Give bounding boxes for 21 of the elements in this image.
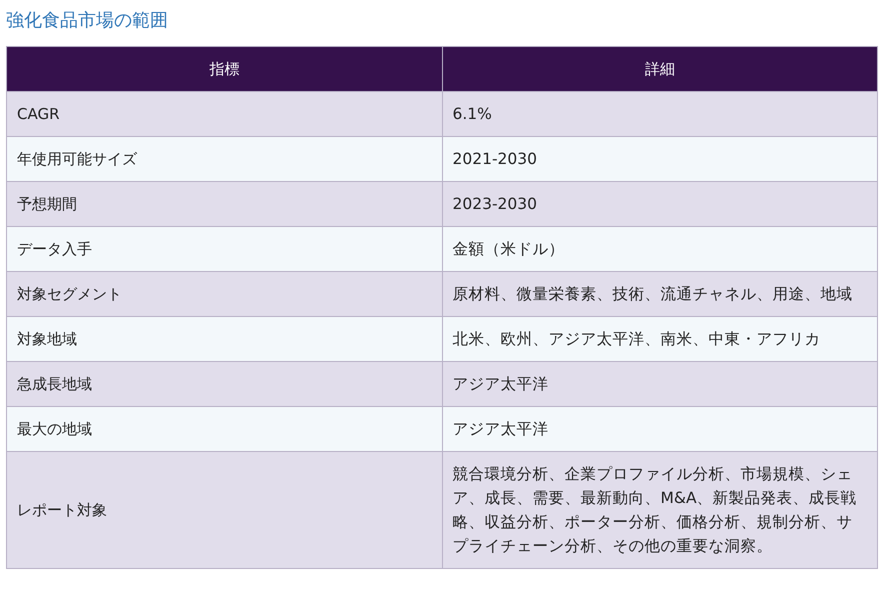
table-cell: 2023-2030 bbox=[442, 182, 878, 226]
table-cell: 6.1% bbox=[442, 92, 878, 136]
table-cell: 予想期間 bbox=[6, 182, 442, 226]
table-cell: 原材料、微量栄養素、技術、流通チャネル、用途、地域 bbox=[442, 272, 878, 316]
table-cell: アジア太平洋 bbox=[442, 362, 878, 406]
table-cell: 対象セグメント bbox=[6, 272, 442, 316]
table-cell: レポート対象 bbox=[6, 452, 442, 568]
table-cell: CAGR bbox=[6, 92, 442, 136]
table-cell: 金額（米ドル） bbox=[442, 226, 878, 272]
table-cell: 北米、欧州、アジア太平洋、南米、中東・アフリカ bbox=[442, 316, 878, 362]
page-title: 強化食品市場の範囲 bbox=[6, 9, 169, 33]
table-cell: 急成長地域 bbox=[6, 362, 442, 406]
column-header: 詳細 bbox=[442, 46, 878, 92]
table-cell: アジア太平洋 bbox=[442, 406, 878, 452]
table-cell: データ入手 bbox=[6, 226, 442, 272]
table-cell: 2021-2030 bbox=[442, 136, 878, 182]
table-cell: 競合環境分析、企業プロファイル分析、市場規模、シェア、成長、需要、最新動向、M&A、新製品発表、成長戦略、収益分析、ポーター分析、価格分析、規制分析、サプライチェーン分析、その他の重要な洞察。 bbox=[442, 452, 878, 568]
table-cell: 年使用可能サイズ bbox=[6, 136, 442, 182]
table-cell: 最大の地域 bbox=[6, 406, 442, 452]
table-cell: 対象地域 bbox=[6, 316, 442, 362]
column-header: 指標 bbox=[6, 46, 442, 92]
